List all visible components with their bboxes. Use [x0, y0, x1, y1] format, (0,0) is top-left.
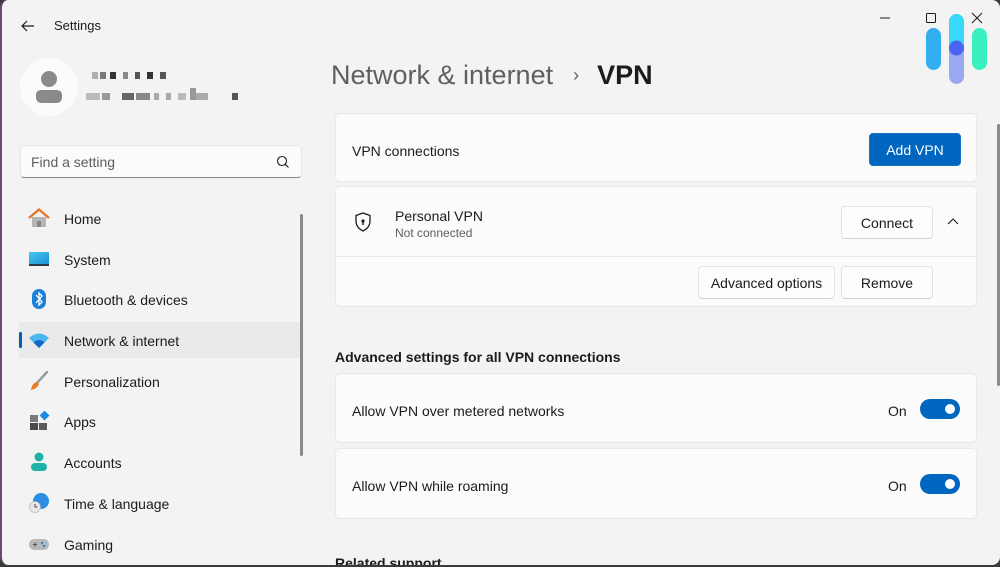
section-title-advanced: Advanced settings for all VPN connection…	[335, 349, 621, 365]
title-bar: Settings	[2, 0, 1000, 50]
chevron-up-icon[interactable]	[946, 217, 960, 227]
toggle-knob	[945, 404, 955, 414]
sidebar-item-system[interactable]: System	[18, 241, 302, 277]
active-indicator	[19, 332, 22, 349]
vpn-entry-card: Personal VPN Not connected Connect Advan…	[335, 186, 977, 307]
connect-button[interactable]: Connect	[841, 206, 933, 239]
avatar[interactable]	[20, 58, 78, 116]
shield-lock-icon	[355, 212, 371, 232]
arrow-left-icon	[21, 20, 34, 32]
sidebar-item-label: Personalization	[64, 373, 160, 390]
remove-button[interactable]: Remove	[841, 266, 933, 299]
sidebar-item-accounts[interactable]: Accounts	[18, 444, 302, 480]
sidebar-scrollbar[interactable]	[300, 214, 303, 456]
sidebar-item-apps[interactable]: Apps	[18, 403, 302, 439]
sidebar-item-network[interactable]: Network & internet	[18, 322, 302, 359]
profile-name-redacted	[90, 70, 180, 80]
toggle-knob	[945, 479, 955, 489]
sidebar-item-label: Apps	[64, 414, 96, 431]
chevron-right-icon: ›	[573, 65, 580, 85]
page-title: VPN	[597, 60, 653, 90]
back-button[interactable]	[16, 14, 40, 38]
time-language-icon	[29, 492, 49, 513]
system-icon	[29, 251, 49, 266]
divider	[336, 256, 976, 257]
add-vpn-button[interactable]: Add VPN	[869, 133, 961, 166]
sidebar-item-gaming[interactable]: Gaming	[18, 526, 302, 562]
sidebar-item-label: System	[64, 251, 111, 268]
toggle-state-label: On	[888, 403, 907, 419]
settings-window: Settings Find a setting Home System Blue…	[0, 0, 1000, 565]
app-title: Settings	[54, 18, 101, 33]
section-title-related-support: Related support	[335, 555, 442, 565]
gamepad-icon	[29, 538, 49, 550]
breadcrumb: Network & internet › VPN	[331, 60, 653, 91]
sidebar-item-label: Accounts	[64, 455, 122, 472]
sidebar-item-label: Gaming	[64, 536, 114, 553]
breadcrumb-parent[interactable]: Network & internet	[331, 60, 553, 91]
search-icon[interactable]	[275, 154, 291, 170]
setting-card-roaming: Allow VPN while roaming On	[335, 448, 977, 519]
sidebar-nav: Home System Bluetooth & devices Network	[18, 200, 302, 565]
vpn-connections-label: VPN connections	[352, 143, 460, 159]
roaming-toggle[interactable]	[920, 474, 960, 494]
sidebar-item-time-language[interactable]: Time & language	[18, 485, 302, 521]
setting-label: Allow VPN over metered networks	[352, 403, 565, 419]
vpn-name: Personal VPN	[395, 208, 483, 224]
sidebar-item-label: Bluetooth & devices	[64, 292, 188, 309]
bluetooth-icon	[32, 289, 46, 310]
brush-icon	[31, 370, 49, 390]
sidebar-item-label: Home	[64, 211, 102, 227]
metered-networks-toggle[interactable]	[920, 399, 960, 419]
vpn-status: Not connected	[395, 226, 473, 240]
sidebar-item-home[interactable]: Home	[18, 200, 302, 236]
profile-email-redacted	[86, 88, 242, 100]
setting-label: Allow VPN while roaming	[352, 478, 509, 494]
home-icon	[28, 208, 50, 227]
wifi-icon	[29, 333, 49, 349]
vpn-entry-header[interactable]: Personal VPN Not connected Connect	[336, 187, 976, 256]
sidebar-item-label: Network & internet	[64, 333, 180, 350]
sidebar-item-bluetooth[interactable]: Bluetooth & devices	[18, 281, 302, 317]
toggle-state-label: On	[888, 478, 907, 494]
sidebar-item-personalization[interactable]: Personalization	[18, 363, 302, 399]
search-input[interactable]	[31, 146, 271, 177]
search-box	[20, 145, 302, 178]
brand-logo-icon	[926, 14, 987, 84]
apps-icon	[30, 411, 50, 431]
sidebar-item-label: Time & language	[64, 495, 170, 512]
setting-card-metered: Allow VPN over metered networks On	[335, 373, 977, 443]
vpn-connections-card: VPN connections Add VPN	[335, 113, 977, 182]
minimize-button[interactable]	[870, 8, 900, 28]
minimize-icon	[880, 17, 890, 19]
advanced-options-button[interactable]: Advanced options	[698, 266, 835, 299]
user-avatar-icon	[36, 71, 62, 103]
accounts-icon	[31, 452, 47, 472]
